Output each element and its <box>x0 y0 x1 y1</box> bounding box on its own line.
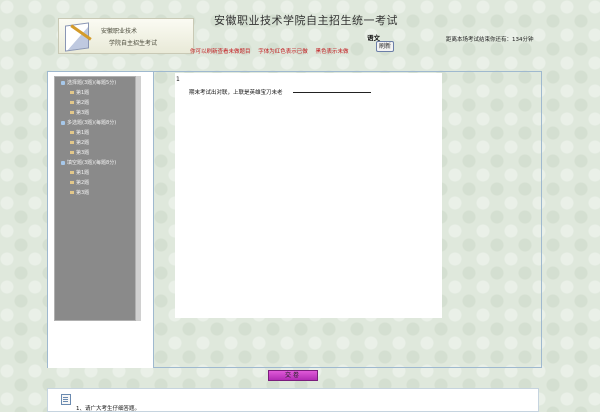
tree-item[interactable]: 第1题 <box>70 169 89 176</box>
question-content: 1 期末考试出对联，上联是英雄宝刀未老 <box>175 73 442 318</box>
question-icon <box>70 91 74 94</box>
question-icon <box>70 171 74 174</box>
tree-item-label: 第2题 <box>76 180 90 186</box>
question-icon <box>70 141 74 144</box>
tree-section-multi[interactable]: 多选题(3题)(每题8分) <box>61 119 116 126</box>
question-icon <box>70 131 74 134</box>
logo-line-2: 学院自主招生考试 <box>109 40 158 47</box>
tree-item-label: 第3题 <box>76 110 90 116</box>
tree-item[interactable]: 第1题 <box>70 89 89 96</box>
notice-text: 1、请广大考生仔细答题。 <box>76 406 141 412</box>
tree-section-label: 填空题(3题)(每题8分) <box>67 160 117 166</box>
tree-item[interactable]: 第3题 <box>70 189 89 196</box>
tree-item[interactable]: 第2题 <box>70 179 89 186</box>
tree-item[interactable]: 第1题 <box>70 129 89 136</box>
tree-item-label: 第2题 <box>76 140 90 146</box>
refresh-button[interactable]: 刷新 <box>376 41 394 52</box>
exam-logo: 安徽职业技术 学院自主招生考试 <box>58 18 194 54</box>
right-margin <box>442 73 540 367</box>
tree-item[interactable]: 第2题 <box>70 99 89 106</box>
question-tree: 选择题(3题)(每题5分) 第1题 第2题 第3题 多选题(3题)(每题8分) … <box>54 76 136 321</box>
tree-section-fill[interactable]: 填空题(3题)(每题8分) <box>61 159 116 166</box>
folder-icon <box>61 120 65 125</box>
tree-item[interactable]: 第3题 <box>70 109 89 116</box>
page-title: 安徽职业技术学院自主招生统一考试 <box>214 14 398 27</box>
countdown-timer: 距离本场考试结束你还有：134分钟 <box>446 37 534 43</box>
tree-item-label: 第1题 <box>76 170 90 176</box>
question-icon <box>70 151 74 154</box>
question-icon <box>70 101 74 104</box>
tree-item-label: 第3题 <box>76 190 90 196</box>
tree-scrollbar[interactable] <box>136 76 141 321</box>
logo-line-1: 安徽职业技术 <box>101 28 138 35</box>
status-hint: 你可以刷新查看未做题目 字体为红色表示已做 黑色表示未做 <box>190 49 349 55</box>
tree-section-label: 多选题(3题)(每题8分) <box>67 120 117 126</box>
submit-exam-button[interactable]: 交卷 <box>268 370 318 381</box>
folder-icon <box>61 160 65 165</box>
question-text: 期末考试出对联，上联是英雄宝刀未老 <box>189 90 283 96</box>
tree-item-label: 第1题 <box>76 130 90 136</box>
tree-item[interactable]: 第2题 <box>70 139 89 146</box>
document-icon <box>61 394 71 405</box>
tree-item-label: 第3题 <box>76 150 90 156</box>
tree-item-label: 第1题 <box>76 90 90 96</box>
notice-box: 1、请广大考生仔细答题。 <box>47 388 539 412</box>
answer-blank[interactable] <box>293 92 371 93</box>
question-icon <box>70 111 74 114</box>
question-number: 1 <box>176 76 180 83</box>
question-icon <box>70 191 74 194</box>
question-icon <box>70 181 74 184</box>
folder-icon <box>61 80 65 85</box>
tree-section-choice[interactable]: 选择题(3题)(每题5分) <box>61 79 116 86</box>
tree-item-label: 第2题 <box>76 100 90 106</box>
tree-item[interactable]: 第3题 <box>70 149 89 156</box>
tree-section-label: 选择题(3题)(每题5分) <box>67 80 117 86</box>
